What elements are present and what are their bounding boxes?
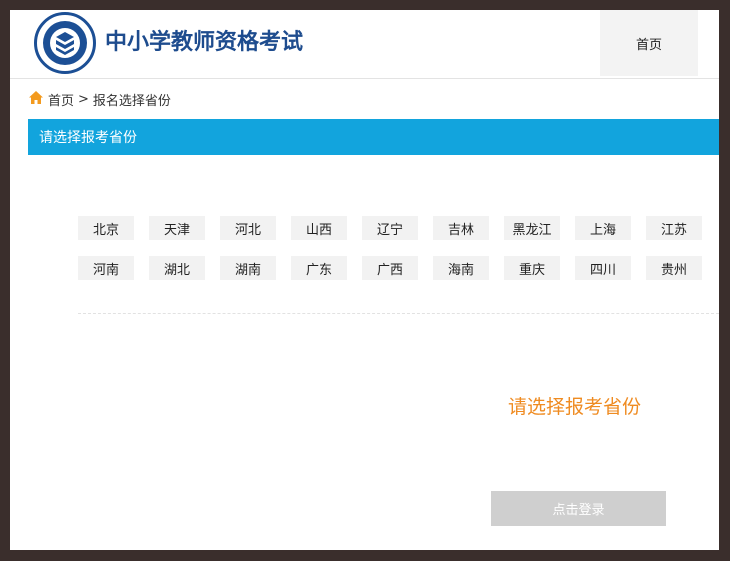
province-button-henan[interactable]: 河南 <box>78 256 134 280</box>
province-button-hainan[interactable]: 海南 <box>433 256 489 280</box>
nav-home-button[interactable]: 首页 <box>600 10 698 76</box>
province-button-jiangsu[interactable]: 江苏 <box>646 216 702 240</box>
province-button-hebei[interactable]: 河北 <box>220 216 276 240</box>
province-row: 河南 湖北 湖南 广东 广西 海南 重庆 四川 贵州 <box>78 256 719 280</box>
province-button-chongqing[interactable]: 重庆 <box>504 256 560 280</box>
province-button-hubei[interactable]: 湖北 <box>149 256 205 280</box>
province-button-beijing[interactable]: 北京 <box>78 216 134 240</box>
province-button-jilin[interactable]: 吉林 <box>433 216 489 240</box>
province-button-liaoning[interactable]: 辽宁 <box>362 216 418 240</box>
province-button-guizhou[interactable]: 贵州 <box>646 256 702 280</box>
breadcrumb-separator: > <box>78 92 89 107</box>
browser-viewport: 中小学教师资格考试 首页 首页 > 报名选择省份 请选择报考省份 北京 天津 河… <box>10 10 719 550</box>
province-button-shanghai[interactable]: 上海 <box>575 216 631 240</box>
section-title-bar: 请选择报考省份 <box>28 119 719 155</box>
breadcrumb-home-link[interactable]: 首页 <box>48 90 74 109</box>
home-icon[interactable] <box>28 90 44 109</box>
province-button-shanxi[interactable]: 山西 <box>291 216 347 240</box>
breadcrumb: 首页 > 报名选择省份 <box>28 90 171 109</box>
province-button-guangxi[interactable]: 广西 <box>362 256 418 280</box>
province-button-guangdong[interactable]: 广东 <box>291 256 347 280</box>
site-header: 中小学教师资格考试 首页 <box>10 10 719 79</box>
province-button-sichuan[interactable]: 四川 <box>575 256 631 280</box>
logo-icon <box>34 12 96 74</box>
section-divider <box>78 313 719 314</box>
province-row: 北京 天津 河北 山西 辽宁 吉林 黑龙江 上海 江苏 <box>78 216 719 240</box>
site-title: 中小学教师资格考试 <box>105 30 304 55</box>
login-button[interactable]: 点击登录 <box>491 491 666 526</box>
province-grid: 北京 天津 河北 山西 辽宁 吉林 黑龙江 上海 江苏 河南 湖北 湖南 广东 … <box>78 216 719 296</box>
province-button-heilongjiang[interactable]: 黑龙江 <box>504 216 560 240</box>
section-title: 请选择报考省份 <box>39 130 137 146</box>
breadcrumb-current: 报名选择省份 <box>92 94 171 109</box>
province-button-tianjin[interactable]: 天津 <box>149 216 205 240</box>
select-province-prompt: 请选择报考省份 <box>508 396 642 418</box>
province-button-hunan[interactable]: 湖南 <box>220 256 276 280</box>
